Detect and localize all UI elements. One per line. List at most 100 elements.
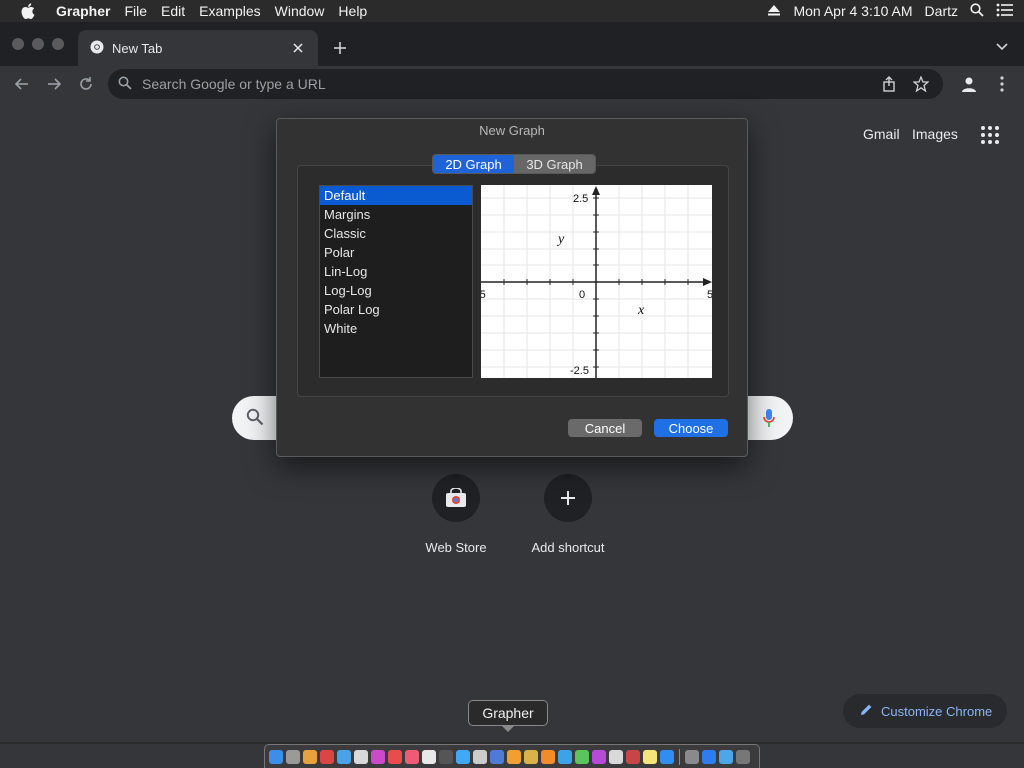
dock-tooltip-tail — [501, 725, 515, 732]
menubar-clock[interactable]: Mon Apr 4 3:10 AM — [793, 3, 912, 19]
shortcut-label: Web Store — [425, 540, 487, 555]
share-icon[interactable] — [879, 74, 899, 94]
tab-3d-graph[interactable]: 3D Graph — [514, 155, 595, 173]
template-item-classic[interactable]: Classic — [320, 224, 472, 243]
dock-tooltip: Grapher — [468, 700, 548, 726]
dock-app-icon[interactable] — [660, 749, 674, 764]
dock-app-icon[interactable] — [269, 749, 283, 764]
dock-app-icon[interactable] — [405, 749, 419, 764]
y-max-tick-label: 2.5 — [573, 193, 588, 205]
profile-avatar-icon[interactable] — [958, 73, 980, 95]
dock-app-icon[interactable] — [524, 749, 538, 764]
dock-app-icon[interactable] — [422, 749, 436, 764]
choose-button[interactable]: Choose — [654, 419, 728, 437]
template-item-margins[interactable]: Margins — [320, 205, 472, 224]
dock-app-icon[interactable] — [541, 749, 555, 764]
menubar-user[interactable]: Dartz — [925, 3, 958, 19]
template-list: Default Margins Classic Polar Lin-Log Lo… — [319, 185, 473, 378]
close-window-button[interactable] — [12, 38, 24, 50]
eject-icon[interactable] — [767, 3, 781, 19]
omnibox[interactable]: Search Google or type a URL — [108, 69, 943, 99]
chrome-icon — [90, 40, 104, 57]
google-apps-icon[interactable] — [981, 126, 999, 144]
apple-icon[interactable] — [17, 0, 39, 22]
dock-app-icon[interactable] — [685, 749, 699, 764]
tab-close-icon[interactable] — [290, 40, 306, 56]
bookmark-star-icon[interactable] — [911, 74, 931, 94]
template-item-white[interactable]: White — [320, 319, 472, 338]
new-tab-plus-icon[interactable] — [330, 38, 350, 58]
spotlight-search-icon[interactable] — [970, 2, 984, 20]
dock-app-icon[interactable] — [320, 749, 334, 764]
y-axis-label: y — [556, 232, 565, 247]
origin-tick-label: 0 — [579, 289, 585, 301]
cancel-button[interactable]: Cancel — [568, 419, 642, 437]
images-link[interactable]: Images — [912, 126, 958, 142]
dock-app-icon[interactable] — [337, 749, 351, 764]
dock-app-icon[interactable] — [354, 749, 368, 764]
tab-2d-graph[interactable]: 2D Graph — [433, 155, 514, 173]
dock-separator — [679, 748, 680, 765]
menu-file[interactable]: File — [117, 0, 154, 22]
menu-help[interactable]: Help — [331, 0, 374, 22]
template-item-default[interactable]: Default — [320, 186, 472, 205]
zoom-window-button[interactable] — [52, 38, 64, 50]
dock-app-icon[interactable] — [303, 749, 317, 764]
dialog-title: New Graph — [479, 123, 545, 138]
menu-window[interactable]: Window — [268, 0, 332, 22]
dock-app-icon[interactable] — [473, 749, 487, 764]
dock-app-icon[interactable] — [490, 749, 504, 764]
template-item-log-log[interactable]: Log-Log — [320, 281, 472, 300]
chrome-menu-icon[interactable] — [994, 74, 1010, 94]
dock-app-icon[interactable] — [507, 749, 521, 764]
menu-app-name[interactable]: Grapher — [49, 0, 117, 22]
customize-chrome-button[interactable]: Customize Chrome — [843, 694, 1007, 728]
dock-app-icon[interactable] — [456, 749, 470, 764]
dock-app-icon[interactable] — [626, 749, 640, 764]
tab-title: New Tab — [112, 40, 163, 56]
forward-arrow-icon[interactable] — [44, 74, 64, 94]
omnibox-placeholder[interactable]: Search Google or type a URL — [142, 76, 879, 92]
plus-icon — [544, 474, 592, 522]
dock-app-icon[interactable] — [286, 749, 300, 764]
dock-app-icon[interactable] — [609, 749, 623, 764]
menu-bar: Grapher File Edit Examples Window Help M… — [0, 0, 1024, 22]
template-item-lin-log[interactable]: Lin-Log — [320, 262, 472, 281]
graph-preview: 2.5 -2.5 0 -5 5 x y — [476, 185, 713, 378]
x-axis-label: x — [637, 303, 645, 318]
back-arrow-icon[interactable] — [12, 74, 32, 94]
shortcut-web-store[interactable]: Web Store — [401, 474, 511, 555]
tab-new-tab[interactable]: New Tab — [78, 30, 318, 66]
x-min-tick-label: -5 — [481, 289, 486, 301]
dock-app-icon[interactable] — [643, 749, 657, 764]
dock-app-icon[interactable] — [575, 749, 589, 764]
pencil-icon — [859, 703, 873, 720]
tab-strip: New Tab — [0, 22, 1024, 66]
omnibox-search-icon — [118, 76, 132, 93]
dock-app-icon[interactable] — [558, 749, 572, 764]
gmail-link[interactable]: Gmail — [863, 126, 900, 142]
dock-app-icon[interactable] — [439, 749, 453, 764]
dock-app-icon[interactable] — [371, 749, 385, 764]
tab-search-chevron-icon[interactable] — [994, 38, 1010, 54]
notification-center-icon[interactable] — [996, 3, 1014, 20]
x-max-tick-label: 5 — [707, 289, 712, 301]
dock-app-icon[interactable] — [719, 749, 733, 764]
minimize-window-button[interactable] — [32, 38, 44, 50]
search-icon — [246, 408, 266, 428]
dock-app-icon[interactable] — [736, 749, 750, 764]
template-item-polar-log[interactable]: Polar Log — [320, 300, 472, 319]
microphone-icon[interactable] — [763, 408, 775, 428]
shortcut-add[interactable]: Add shortcut — [513, 474, 623, 555]
dock-app-icon[interactable] — [702, 749, 716, 764]
customize-chrome-label: Customize Chrome — [881, 703, 993, 719]
graph-preview-canvas: 2.5 -2.5 0 -5 5 x y — [476, 185, 713, 378]
dock-app-icon[interactable] — [592, 749, 606, 764]
template-item-polar[interactable]: Polar — [320, 243, 472, 262]
reload-icon[interactable] — [76, 74, 96, 94]
dock-app-icon[interactable] — [388, 749, 402, 764]
menu-examples[interactable]: Examples — [192, 0, 267, 22]
graph-type-tabs: 2D Graph 3D Graph — [432, 154, 596, 174]
menu-edit[interactable]: Edit — [154, 0, 192, 22]
new-graph-dialog: New Graph 2D Graph 3D Graph Default Marg… — [276, 118, 748, 457]
